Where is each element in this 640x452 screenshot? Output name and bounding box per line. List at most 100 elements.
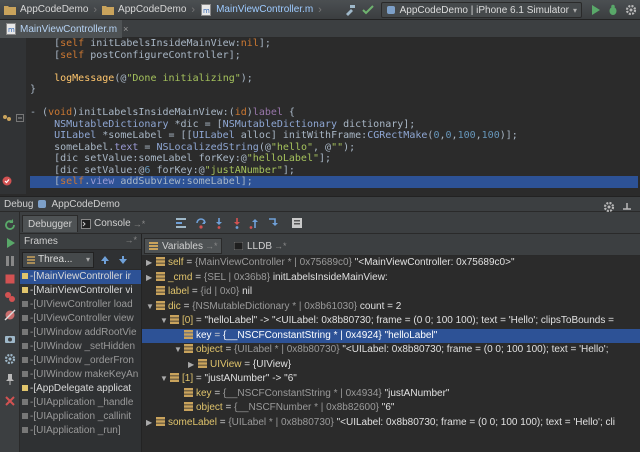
- code-token: logMessage: [54, 72, 115, 84]
- show-execution-point-icon[interactable]: [174, 216, 188, 230]
- thread-select[interactable]: Threa... ▾: [22, 251, 94, 268]
- step-into-icon[interactable]: [212, 216, 226, 230]
- code-line[interactable]: }: [30, 84, 638, 96]
- fold-collapse-icon[interactable]: [16, 114, 24, 122]
- resume-icon[interactable]: [3, 236, 17, 250]
- app-target-icon: [386, 5, 396, 15]
- debug-bug-icon[interactable]: [604, 1, 622, 19]
- code-line[interactable]: logMessage(@"Done initializing");: [30, 73, 638, 85]
- code-line[interactable]: UILabel *someLabel = [[UILabel alloc] in…: [30, 130, 638, 142]
- code-token: *someLabel = [[: [96, 130, 193, 141]
- step-over-icon[interactable]: [194, 216, 208, 230]
- tab-debugger[interactable]: Debugger: [22, 215, 78, 232]
- variable-row[interactable]: object = {__NSCFNumber * | 0x8b82600} "6…: [142, 401, 640, 416]
- tree-collapsed-icon[interactable]: ▶: [188, 358, 198, 373]
- code-line[interactable]: NSMutableDictionary *dic = [NSMutableDic…: [30, 119, 638, 131]
- code-lines[interactable]: [self initLabelsInsideMainView:nil]; [se…: [30, 38, 638, 188]
- tree-collapsed-icon[interactable]: ▶: [146, 416, 156, 431]
- variable-row[interactable]: ▼ [0] = "helloLabel" -> "<UILabel: 0x8b80…: [142, 314, 640, 329]
- evaluate-expression-icon[interactable]: [290, 216, 304, 230]
- arrow-up-icon[interactable]: [98, 253, 112, 267]
- variable-row[interactable]: key = {__NSCFConstantString * | 0x4934} …: [142, 387, 640, 402]
- stop-icon[interactable]: [3, 272, 17, 286]
- code-line[interactable]: [30, 96, 638, 108]
- frame-marker-icon: [22, 357, 28, 364]
- code-line[interactable]: [self.view addSubview:someLabel];: [30, 176, 638, 188]
- variable-row[interactable]: key = {__NSCFConstantString * | 0x4924} …: [142, 328, 640, 343]
- breadcrumb-project[interactable]: AppCodeDemo: [0, 0, 92, 20]
- mute-breakpoints-icon[interactable]: [3, 308, 17, 322]
- tree-expanded-icon[interactable]: ▼: [160, 314, 170, 329]
- code-line[interactable]: [self initLabelsInsideMainView:nil];: [30, 38, 638, 50]
- code-token: ];: [258, 38, 271, 49]
- variable-row[interactable]: ▼ object = {UILabel * | 0x8b80730} "<UILa…: [142, 343, 640, 358]
- stack-frame-item[interactable]: -[UIViewController load: [20, 298, 141, 312]
- vcs-check-icon[interactable]: [359, 1, 377, 19]
- stack-frame-item[interactable]: -[AppDelegate applicat: [20, 382, 141, 396]
- stack-frame-item[interactable]: -[UIWindow _setHidden: [20, 340, 141, 354]
- code-token: "helloLabel": [246, 153, 319, 164]
- stack-frame-item[interactable]: -[UIApplication _handle: [20, 396, 141, 410]
- stack-frame-item[interactable]: -[UIApplication _run]: [20, 424, 141, 438]
- view-breakpoints-icon[interactable]: [3, 290, 17, 304]
- force-step-into-icon[interactable]: [230, 216, 244, 230]
- tab-console[interactable]: Console →*: [76, 215, 150, 232]
- settings-gear-icon[interactable]: [622, 1, 640, 19]
- breadcrumb-group[interactable]: AppCodeDemo: [98, 0, 190, 20]
- override-marker-icon[interactable]: [2, 113, 12, 123]
- editor-gutter[interactable]: [0, 38, 26, 194]
- variable-row[interactable]: ▶ UIView = {UIView}: [142, 358, 640, 373]
- breadcrumb-file[interactable]: m MainViewController.m: [196, 0, 317, 20]
- variable-name: someLabel: [168, 416, 217, 428]
- build-hammer-icon[interactable]: [341, 1, 359, 19]
- code-token: alloc] initWithFrame:: [234, 130, 368, 141]
- variable-row[interactable]: ▼ [1] = "justANumber" -> "6": [142, 372, 640, 387]
- variable-row[interactable]: ▼ dic = {NSMutableDictionary * | 0x8b6103…: [142, 300, 640, 315]
- stack-frame-item[interactable]: -[UIWindow _orderFron: [20, 354, 141, 368]
- code-line[interactable]: [dic setValue:someLabel forKey:@"helloLa…: [30, 153, 638, 165]
- close-icon[interactable]: ×: [123, 24, 128, 34]
- variable-value: nil: [242, 286, 253, 297]
- stack-frame-item[interactable]: -[UIApplication _callinit: [20, 410, 141, 424]
- camera-icon[interactable]: [3, 332, 17, 346]
- arrow-down-icon[interactable]: [116, 253, 130, 267]
- tab-mainviewcontroller-m[interactable]: m MainViewController.m ×: [0, 20, 128, 38]
- code-line[interactable]: someLabel.text = NSLocalizedString(@"hel…: [30, 142, 638, 154]
- variable-name: UIView: [210, 358, 242, 370]
- stack-frame-item[interactable]: -[UIWindow addRootVie: [20, 326, 141, 340]
- settings-gear-icon[interactable]: [3, 352, 17, 366]
- code-line[interactable]: [self postConfigureController];: [30, 50, 638, 62]
- variable-row[interactable]: ▶ _cmd = {SEL | 0x36b8} initLabelsInsideM…: [142, 271, 640, 286]
- rerun-icon[interactable]: [3, 218, 17, 232]
- step-out-icon[interactable]: [248, 216, 262, 230]
- variable-row[interactable]: label = {id | 0x0} nil: [142, 285, 640, 300]
- tab-variables[interactable]: Variables →*: [144, 238, 223, 254]
- code-line[interactable]: - (void)initLabelsInsideMainView:(id)lab…: [30, 107, 638, 119]
- tab-lldb[interactable]: LLDB →*: [230, 238, 291, 254]
- tree-collapsed-icon[interactable]: ▶: [146, 271, 156, 286]
- tree-expanded-icon[interactable]: ▼: [146, 300, 156, 315]
- stack-frame-item[interactable]: -[UIViewController view: [20, 312, 141, 326]
- variable-name: _cmd: [168, 271, 193, 283]
- pin-icon[interactable]: [3, 372, 17, 386]
- breakpoint-icon[interactable]: [2, 176, 12, 186]
- variable-row[interactable]: ▶ self = {MainViewController * | 0x75689c…: [142, 256, 640, 271]
- run-icon[interactable]: [586, 1, 604, 19]
- run-configuration-select[interactable]: AppCodeDemo | iPhone 6.1 Simulator ▾: [380, 2, 582, 18]
- tree-expanded-icon[interactable]: ▼: [174, 343, 184, 358]
- code-line[interactable]: [30, 61, 638, 73]
- tree-expanded-icon[interactable]: ▼: [160, 372, 170, 387]
- pause-icon[interactable]: [3, 254, 17, 268]
- variable-row[interactable]: ▶ someLabel = {UILabel * | 0x8b80730} "<U…: [142, 416, 640, 431]
- chevron-right-icon: ›: [318, 3, 322, 16]
- variable-value: "<UILabel: 0x8b80730; frame = (0 0; 100 …: [336, 416, 615, 428]
- stack-frame-item[interactable]: -[MainViewController vi: [20, 284, 141, 298]
- run-to-cursor-icon[interactable]: [266, 216, 280, 230]
- stack-frame-item[interactable]: -[UIWindow makeKeyAn: [20, 368, 141, 382]
- stack-frame-item[interactable]: -[MainViewController ir: [20, 270, 141, 284]
- code-editor[interactable]: [self initLabelsInsideMainView:nil]; [se…: [0, 38, 640, 194]
- tree-collapsed-icon[interactable]: ▶: [146, 256, 156, 271]
- code-line[interactable]: [dic setValue:@6 forKey:@"justANumber"];: [30, 165, 638, 177]
- close-icon[interactable]: [3, 394, 17, 408]
- pin-arrow[interactable]: →*: [124, 235, 137, 245]
